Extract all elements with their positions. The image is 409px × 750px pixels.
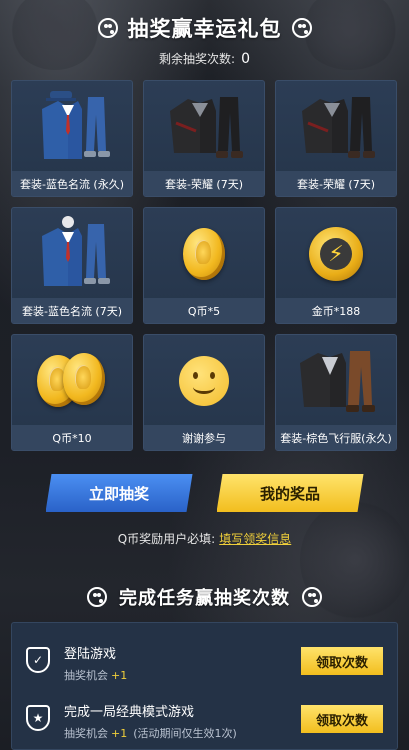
- dice-icon: [97, 18, 118, 38]
- task-name: 登陆游戏: [64, 647, 117, 662]
- dice-icon: [87, 587, 107, 607]
- prize-label: 套装-荣耀 (7天): [144, 171, 264, 196]
- task-list: ✓ 登陆游戏 抽奖机会 +1 领取次数 ★ 完成一局经典模式游戏 抽奖机会 +1 (活…: [11, 622, 398, 750]
- task-reward-value: +1: [111, 669, 128, 682]
- remaining-draws: 剩余抽奖次数: 0: [0, 50, 409, 67]
- task-reward-value: +1: [111, 727, 128, 740]
- prize-item: Q币*5: [143, 207, 265, 324]
- page-title: 抽奖赢幸运礼包: [127, 17, 282, 41]
- task-note: (活动期间仅生效1次): [133, 727, 237, 740]
- brown-flight-suit-icon: [276, 335, 396, 427]
- task-item: ★ 完成一局经典模式游戏 抽奖机会 +1 (活动期间仅生效1次) 领取次数: [12, 687, 397, 745]
- black-jacket-outfit-icon: [144, 81, 264, 173]
- fill-prize-info-link[interactable]: 填写领奖信息: [219, 532, 291, 546]
- dice-icon: [291, 18, 312, 38]
- claim-draws-button[interactable]: 领取次数: [301, 705, 383, 733]
- q-coins-stack-icon: [12, 335, 132, 427]
- tasks-section-title: 完成任务赢抽奖次数: [119, 588, 290, 609]
- black-jacket-outfit-icon: [276, 81, 396, 173]
- prize-info-notice: Q币奖励用户必填: 填写领奖信息: [0, 530, 409, 547]
- prize-grid: 套装-蓝色名流 (永久) 套装-荣耀 (7天) 套装-荣耀 (7天) 套装-蓝色…: [11, 80, 398, 451]
- prize-item: 谢谢参与: [143, 334, 265, 451]
- prize-item: 套装-荣耀 (7天): [275, 80, 397, 197]
- prize-label: 套装-棕色飞行服(永久): [276, 425, 396, 450]
- page-header: 抽奖赢幸运礼包: [0, 10, 409, 46]
- tasks-section-header: 完成任务赢抽奖次数: [0, 580, 409, 614]
- prize-item: 套装-蓝色名流 (永久): [11, 80, 133, 197]
- prize-item: Q币*10: [11, 334, 133, 451]
- prize-item: ⚡ 金币*188: [275, 207, 397, 324]
- task-name: 完成一局经典模式游戏: [64, 705, 195, 720]
- prize-label: 套装-荣耀 (7天): [276, 171, 396, 196]
- my-prizes-button[interactable]: 我的奖品: [217, 474, 364, 512]
- draw-now-button[interactable]: 立即抽奖: [46, 474, 193, 512]
- remaining-draws-label: 剩余抽奖次数:: [159, 52, 236, 66]
- notice-text: Q币奖励用户必填:: [117, 532, 216, 546]
- claim-draws-button[interactable]: 领取次数: [301, 647, 383, 675]
- prize-label: Q币*5: [144, 298, 264, 323]
- prize-label: 套装-蓝色名流 (永久): [12, 171, 132, 196]
- prize-item: 套装-荣耀 (7天): [143, 80, 265, 197]
- task-reward-label: 抽奖机会: [64, 727, 108, 740]
- blue-suit-icon: [12, 81, 132, 173]
- prize-label: 谢谢参与: [144, 425, 264, 450]
- star-shield-icon: ★: [26, 705, 50, 731]
- gold-coin-icon: ⚡: [309, 227, 363, 281]
- smiley-icon: [179, 356, 229, 406]
- prize-label: Q币*10: [12, 425, 132, 450]
- prize-item: 套装-棕色飞行服(永久): [275, 334, 397, 451]
- q-coin-icon: [183, 228, 225, 280]
- check-shield-icon: ✓: [26, 647, 50, 673]
- prize-label: 金币*188: [276, 298, 396, 323]
- prize-item: 套装-蓝色名流 (7天): [11, 207, 133, 324]
- task-reward: 抽奖机会 +1: [64, 667, 127, 683]
- task-reward: 抽奖机会 +1 (活动期间仅生效1次): [64, 725, 237, 741]
- prize-label: 套装-蓝色名流 (7天): [12, 298, 132, 323]
- remaining-draws-count: 0: [241, 51, 250, 67]
- task-reward-label: 抽奖机会: [64, 669, 108, 682]
- task-item: ✓ 登陆游戏 抽奖机会 +1 领取次数: [12, 629, 397, 687]
- action-buttons: 立即抽奖 我的奖品: [0, 474, 409, 512]
- dice-icon: [302, 587, 322, 607]
- blue-suit-icon: [12, 208, 132, 300]
